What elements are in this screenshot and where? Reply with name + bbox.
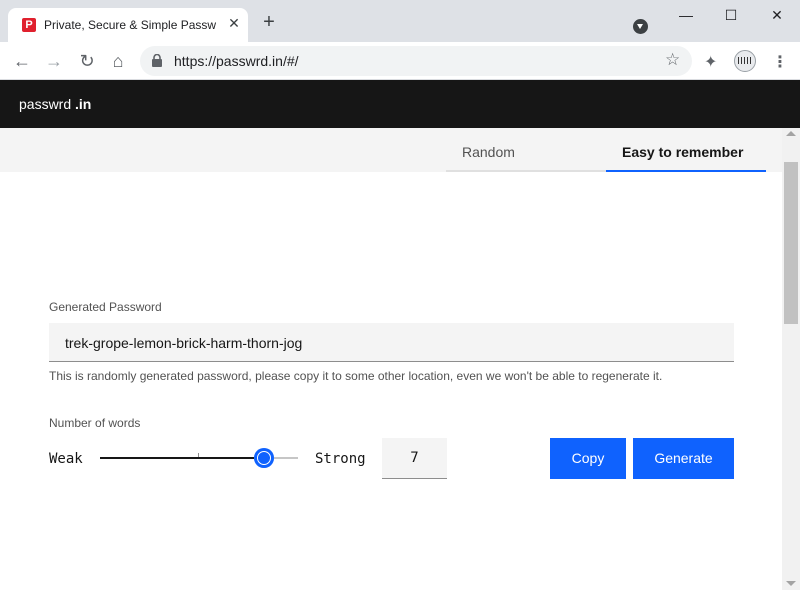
generated-password-label: Generated Password (49, 300, 162, 314)
scroll-up-icon[interactable] (786, 131, 796, 136)
tab-easy-to-remember[interactable]: Easy to remember (606, 128, 766, 172)
word-count-input[interactable]: 7 (382, 438, 447, 479)
brand-name: passwrd (19, 96, 72, 112)
close-window-icon[interactable]: ✕ (762, 4, 792, 26)
copy-button[interactable]: Copy (550, 438, 626, 479)
browser-tab-title: Private, Secure & Simple Passw (44, 18, 217, 32)
site-header: passwrd .in (0, 80, 800, 128)
weak-label: Weak (49, 451, 83, 467)
generate-button[interactable]: Generate (633, 438, 734, 479)
generated-password-value: trek-grope-lemon-brick-harm-thorn-jog (65, 335, 303, 351)
site-favicon-icon: P (22, 18, 36, 32)
slider-fill (100, 457, 265, 459)
maximize-window-icon[interactable]: ☐ (716, 4, 746, 26)
reload-icon[interactable]: ↻ (74, 48, 100, 74)
generated-password-field[interactable]: trek-grope-lemon-brick-harm-thorn-jog (49, 323, 734, 362)
extensions-icon[interactable]: ✦ (704, 52, 717, 72)
number-of-words-label: Number of words (49, 416, 141, 430)
back-icon[interactable]: ← (9, 48, 35, 74)
scroll-down-icon[interactable] (786, 581, 796, 586)
tab-search-icon[interactable] (633, 19, 648, 34)
scrollbar-thumb[interactable] (784, 162, 798, 324)
close-tab-icon[interactable]: ✕ (225, 14, 243, 32)
browser-toolbar: ← → ↻ ⌂ https://passwrd.in/#/ ☆ ✦ ⋮ (0, 42, 800, 80)
profile-avatar[interactable] (734, 50, 756, 72)
strong-label: Strong (315, 451, 366, 467)
page-scrollbar[interactable] (782, 128, 800, 590)
home-icon[interactable]: ⌂ (105, 48, 131, 74)
slider-thumb[interactable] (254, 448, 275, 468)
brand-suffix: .in (75, 96, 92, 112)
mode-tabs: Random Easy to remember (0, 128, 782, 172)
password-helper-text: This is randomly generated password, ple… (49, 369, 663, 383)
bookmark-star-icon[interactable]: ☆ (665, 50, 680, 70)
browser-tab[interactable]: P Private, Secure & Simple Passw ✕ (8, 8, 248, 42)
new-tab-icon[interactable]: + (258, 12, 280, 34)
url-text: https://passwrd.in/#/ (174, 53, 299, 69)
tab-random[interactable]: Random (446, 128, 606, 172)
minimize-window-icon[interactable]: — (671, 4, 701, 26)
browser-tab-strip: P Private, Secure & Simple Passw ✕ + — ☐… (0, 0, 800, 42)
lock-icon (152, 54, 162, 67)
slider-tick (198, 453, 199, 457)
browser-menu-icon[interactable]: ⋮ (772, 52, 788, 72)
word-count-slider[interactable] (98, 445, 300, 471)
forward-icon[interactable]: → (41, 48, 67, 74)
brand-logo[interactable]: passwrd .in (19, 96, 91, 112)
address-bar[interactable]: https://passwrd.in/#/ ☆ (140, 46, 692, 76)
